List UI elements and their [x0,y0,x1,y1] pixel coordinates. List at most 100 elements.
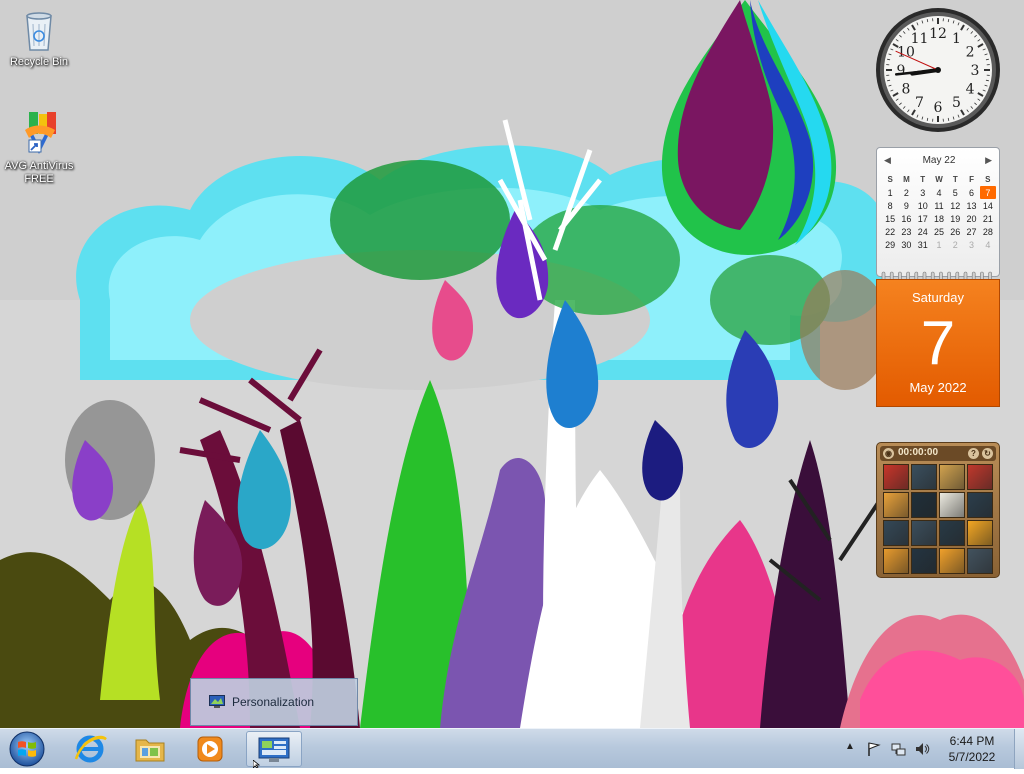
avg-antivirus-label: AVG AntiVirus FREE [0,160,78,186]
calendar-day[interactable]: 1 [882,186,898,199]
calendar-day[interactable]: 23 [898,225,914,238]
weekday-header: F [963,173,979,186]
clock-face: 121234567891011 [874,6,1002,134]
network-icon[interactable] [891,741,907,757]
mouse-cursor-icon [253,760,263,768]
calendar-day-number: 7 [877,308,999,380]
desktop: Recycle Bin AVG AntiVirus FREE 121234567… [0,0,1024,728]
action-center-flag-icon[interactable] [866,741,882,757]
calendar-day[interactable]: 11 [931,199,947,212]
taskbar-clock[interactable]: 6:44 PM 5/7/2022 [936,733,1008,765]
puzzle-tile[interactable] [939,492,965,518]
calendar-day[interactable]: 6 [963,186,979,199]
clock-gadget[interactable]: 121234567891011 [874,6,1002,134]
calendar-day[interactable]: 20 [963,212,979,225]
calendar-day[interactable]: 30 [898,238,914,251]
calendar-day[interactable]: 18 [931,212,947,225]
taskbar-internet-explorer[interactable] [62,731,118,767]
puzzle-tile[interactable] [883,520,909,546]
calendar-day[interactable]: 9 [898,199,914,212]
calendar-day[interactable]: 12 [947,199,963,212]
weekday-header: S [980,173,996,186]
calendar-day-view[interactable]: Saturday 7 May 2022 [876,279,1000,407]
puzzle-tile[interactable] [939,520,965,546]
taskbar-date: 5/7/2022 [936,749,1008,765]
calendar-day[interactable]: 19 [947,212,963,225]
clock-numeral: 12 [929,26,947,42]
calendar-day[interactable]: 4 [931,186,947,199]
calendar-day[interactable]: 14 [980,199,996,212]
internet-explorer-icon [62,731,118,767]
puzzle-tile[interactable] [967,548,993,574]
calendar-day[interactable]: 31 [915,238,931,251]
calendar-day-next-month[interactable]: 2 [947,238,963,251]
calendar-day[interactable]: 28 [980,225,996,238]
calendar-day[interactable]: 2 [898,186,914,199]
calendar-day[interactable]: 10 [915,199,931,212]
calendar-day[interactable]: 3 [915,186,931,199]
clock-numeral: 11 [911,31,929,47]
calendar-day[interactable]: 5 [947,186,963,199]
calendar-day[interactable]: 29 [882,238,898,251]
taskbar: ▲ 6:44 PM 5/7/2022 [0,728,1024,768]
taskbar-media-player[interactable] [182,731,238,767]
clock-numeral: 8 [901,82,910,98]
puzzle-toolbar: ◉ 00:00:00 ? ↻ [880,446,996,461]
calendar-day[interactable]: 25 [931,225,947,238]
puzzle-tile[interactable] [967,464,993,490]
clock-numeral: 1 [952,31,961,47]
calendar-day-next-month[interactable]: 4 [980,238,996,251]
weekday-header: T [915,173,931,186]
calendar-day[interactable]: 13 [963,199,979,212]
puzzle-pause-icon[interactable]: ◉ [883,448,894,459]
calendar-day[interactable]: 8 [882,199,898,212]
calendar-day[interactable]: 26 [947,225,963,238]
personalization-window-item[interactable]: Personalization [197,691,351,713]
clock-numeral: 5 [952,95,961,111]
calendar-day-next-month[interactable]: 3 [963,238,979,251]
clock-numeral: 4 [966,82,975,98]
calendar-day[interactable]: 15 [882,212,898,225]
recycle-bin-desktop-icon[interactable]: Recycle Bin [0,6,78,69]
show-desktop-button[interactable] [1014,729,1024,769]
calendar-day[interactable]: 27 [963,225,979,238]
clock-numeral: 7 [915,95,924,111]
clock-numeral: 2 [966,45,975,61]
puzzle-tile[interactable] [967,492,993,518]
puzzle-tile[interactable] [939,464,965,490]
calendar-day-next-month[interactable]: 1 [931,238,947,251]
puzzle-tile[interactable] [883,492,909,518]
taskbar-thumbnail-popup[interactable]: Personalization [190,678,358,726]
clock-numeral: 9 [897,63,906,79]
puzzle-tile[interactable] [883,548,909,574]
calendar-day[interactable]: 16 [898,212,914,225]
calendar-gadget[interactable]: ◀ May 22 ▶ S M T W T F S 1 2 3 4 5 [876,147,1000,409]
calendar-day[interactable]: 22 [882,225,898,238]
calendar-grid: S M T W T F S 1 2 3 4 5 6 7 [882,173,996,251]
taskbar-file-explorer[interactable] [122,731,178,767]
puzzle-tile[interactable] [939,548,965,574]
calendar-day[interactable]: 17 [915,212,931,225]
avg-antivirus-desktop-icon[interactable]: AVG AntiVirus FREE [0,110,78,186]
puzzle-tile[interactable] [911,548,937,574]
calendar-day-today[interactable]: 7 [980,186,996,199]
puzzle-tile[interactable] [911,464,937,490]
puzzle-timer: 00:00:00 [898,447,938,458]
picture-puzzle-gadget[interactable]: ◉ 00:00:00 ? ↻ [876,442,1000,578]
recycle-bin-label: Recycle Bin [0,56,78,69]
start-button[interactable] [2,729,52,769]
weekday-header: T [947,173,963,186]
puzzle-tile[interactable] [967,520,993,546]
volume-icon[interactable] [914,741,930,757]
show-hidden-icons-button[interactable]: ▲ [845,741,861,757]
puzzle-help-button[interactable]: ? [968,448,979,459]
puzzle-tile[interactable] [911,492,937,518]
calendar-month-year: May 2022 [877,380,999,395]
calendar-day[interactable]: 21 [980,212,996,225]
calendar-next-month-button[interactable]: ▶ [985,155,992,166]
puzzle-shuffle-button[interactable]: ↻ [982,448,993,459]
puzzle-tile[interactable] [911,520,937,546]
puzzle-tile[interactable] [883,464,909,490]
calendar-day[interactable]: 24 [915,225,931,238]
clock-numeral: 3 [971,63,980,79]
